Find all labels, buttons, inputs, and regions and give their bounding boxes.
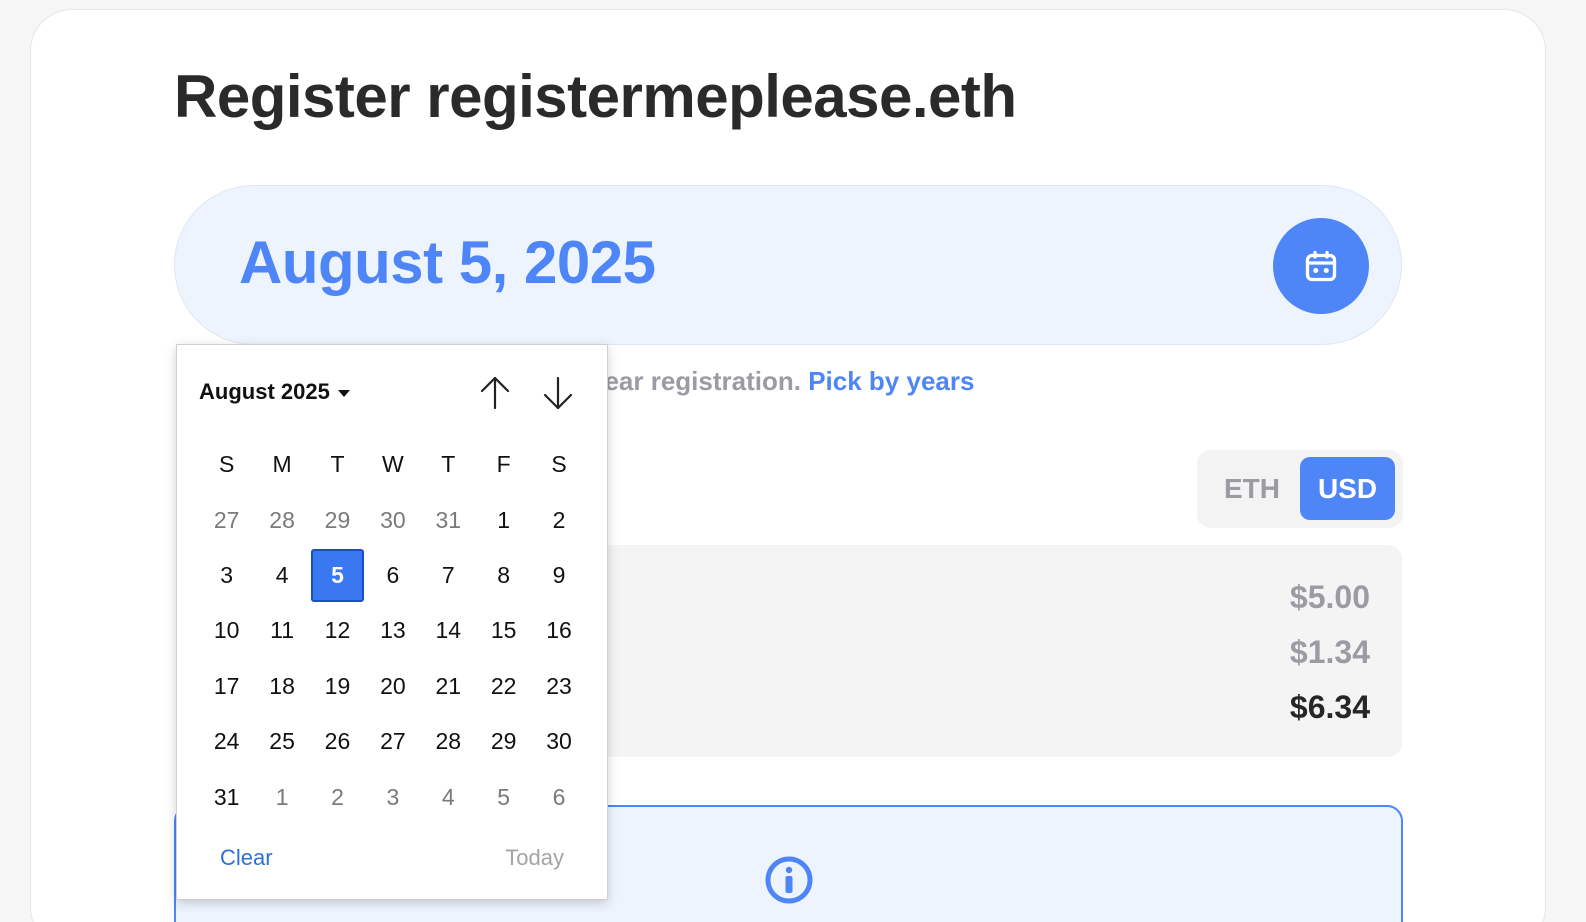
- calendar-day[interactable]: 27: [199, 492, 254, 547]
- calendar-day[interactable]: 10: [199, 603, 254, 658]
- pick-by-years-link[interactable]: Pick by years: [808, 366, 974, 396]
- calendar-day[interactable]: 12: [310, 603, 365, 658]
- calendar-day[interactable]: 29: [310, 492, 365, 547]
- calendar-day[interactable]: 22: [476, 659, 531, 714]
- calendar-day[interactable]: 23: [531, 659, 586, 714]
- calendar-day[interactable]: 31: [199, 769, 254, 824]
- calendar-day[interactable]: 31: [421, 492, 476, 547]
- weekday-header: T: [441, 451, 456, 478]
- month-year-selector[interactable]: August 2025: [199, 379, 350, 405]
- arrow-down-icon: [543, 376, 573, 410]
- selected-date-text: August 5, 2025: [239, 229, 656, 296]
- calendar-button[interactable]: [1273, 218, 1369, 314]
- calendar-day[interactable]: 20: [365, 659, 420, 714]
- calendar-day[interactable]: 8: [476, 548, 531, 603]
- weekday-header: M: [272, 451, 292, 478]
- calendar-day[interactable]: 30: [365, 492, 420, 547]
- calendar-day[interactable]: 13: [365, 603, 420, 658]
- calendar-day[interactable]: 28: [254, 492, 309, 547]
- date-picker-popup: August 2025 S M T W T F S 27 28 29 30 31 1 2 3 4 5 6 7 8 9 10…: [176, 344, 608, 900]
- calendar-day[interactable]: 5: [476, 769, 531, 824]
- network-fee: $1.34: [1289, 634, 1370, 670]
- calendar-day[interactable]: 3: [365, 769, 420, 824]
- weekday-header: S: [551, 451, 567, 478]
- calendar-day-selected[interactable]: 5: [310, 548, 365, 603]
- price-summary: $5.00 $1.34 $6.34: [560, 545, 1402, 757]
- calendar-day[interactable]: 15: [476, 603, 531, 658]
- clear-button[interactable]: Clear: [220, 845, 273, 871]
- registration-hint: year registration. Pick by years: [590, 366, 974, 397]
- calendar-day[interactable]: 7: [421, 548, 476, 603]
- date-input[interactable]: August 5, 2025: [174, 185, 1402, 345]
- hint-text: year registration.: [590, 366, 801, 396]
- calendar-day[interactable]: 6: [531, 769, 586, 824]
- calendar-day[interactable]: 27: [365, 714, 420, 769]
- calendar-day[interactable]: 9: [531, 548, 586, 603]
- calendar-day[interactable]: 3: [199, 548, 254, 603]
- currency-toggle: ETH USD: [1197, 450, 1403, 528]
- weekday-header: S: [219, 451, 235, 478]
- page-title: Register registermeplease.eth: [174, 63, 1017, 130]
- arrow-up-icon: [480, 376, 510, 410]
- calendar-day[interactable]: 6: [365, 548, 420, 603]
- calendar-day[interactable]: 4: [421, 769, 476, 824]
- calendar-day[interactable]: 2: [531, 492, 586, 547]
- weekday-header: W: [382, 451, 404, 478]
- calendar-day[interactable]: 11: [254, 603, 309, 658]
- caret-down-icon: [337, 389, 350, 397]
- next-month-button[interactable]: [538, 373, 578, 413]
- calendar-day[interactable]: 25: [254, 714, 309, 769]
- calendar-day[interactable]: 28: [421, 714, 476, 769]
- previous-month-button[interactable]: [475, 373, 515, 413]
- registration-price: $5.00: [1289, 579, 1370, 615]
- calendar-day[interactable]: 29: [476, 714, 531, 769]
- weekday-header: T: [330, 451, 345, 478]
- calendar-day[interactable]: 1: [476, 492, 531, 547]
- calendar-day[interactable]: 19: [310, 659, 365, 714]
- calendar-day[interactable]: 1: [254, 769, 309, 824]
- total-price: $6.34: [1289, 689, 1370, 725]
- calendar-day[interactable]: 17: [199, 659, 254, 714]
- calendar-day[interactable]: 18: [254, 659, 309, 714]
- calendar-grid: S M T W T F S 27 28 29 30 31 1 2 3 4 5 6 7 8 9 10 11 12 13 14 15 16…: [199, 437, 587, 825]
- month-label: August 2025: [199, 379, 330, 404]
- info-icon: [765, 856, 813, 904]
- calendar-day[interactable]: 16: [531, 603, 586, 658]
- calendar-day[interactable]: 24: [199, 714, 254, 769]
- calendar-day[interactable]: 2: [310, 769, 365, 824]
- calendar-day[interactable]: 14: [421, 603, 476, 658]
- calendar-day[interactable]: 26: [310, 714, 365, 769]
- calendar-day[interactable]: 4: [254, 548, 309, 603]
- calendar-icon: [1305, 250, 1337, 282]
- weekday-header: F: [496, 451, 511, 478]
- currency-eth-button[interactable]: ETH: [1205, 457, 1299, 520]
- calendar-day[interactable]: 21: [421, 659, 476, 714]
- today-button[interactable]: Today: [505, 845, 564, 871]
- currency-usd-button[interactable]: USD: [1300, 457, 1395, 520]
- calendar-day[interactable]: 30: [531, 714, 586, 769]
